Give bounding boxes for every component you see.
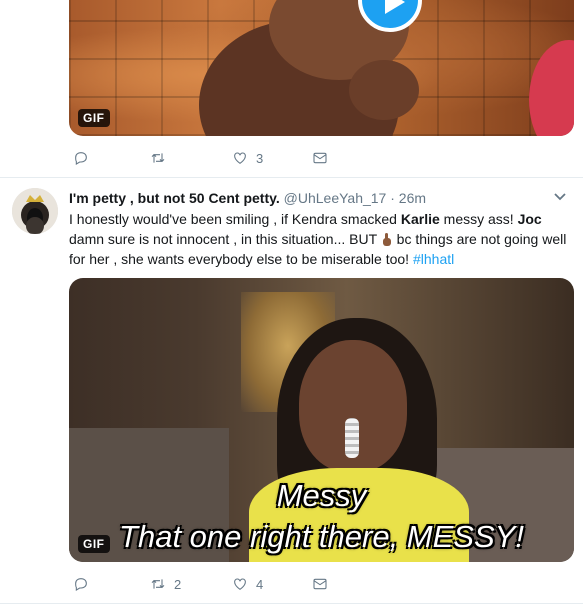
- retweet-button[interactable]: 2: [150, 576, 181, 592]
- envelope-icon: [313, 152, 327, 164]
- media-figure-earring: [345, 418, 359, 458]
- hashtag-link[interactable]: #lhhatl: [413, 251, 454, 267]
- play-icon: [385, 0, 405, 14]
- direct-message-button[interactable]: [312, 576, 328, 592]
- retweet-icon: [151, 579, 165, 589]
- envelope-icon: [313, 578, 327, 590]
- avatar[interactable]: [12, 188, 58, 234]
- tweet-header: I'm petty , but not 50 Cent petty. @UhLe…: [69, 190, 426, 206]
- gif-badge: GIF: [78, 535, 110, 553]
- like-button[interactable]: 4: [232, 576, 263, 592]
- media-figure-hand: [349, 60, 419, 120]
- tweet-divider: [0, 603, 583, 604]
- tweet-text-part: damn sure is not innocent , in this situ…: [69, 231, 381, 247]
- reply-icon: [75, 578, 87, 591]
- tweet-timestamp[interactable]: 26m: [399, 190, 426, 206]
- tweet-2-gif-media[interactable]: Messy That one right there, MESSY! GIF: [69, 278, 574, 562]
- chevron-down-icon[interactable]: [553, 190, 567, 204]
- author-display-name[interactable]: I'm petty , but not 50 Cent petty.: [69, 190, 280, 206]
- pointing-hand-emoji-icon: [382, 233, 391, 246]
- avatar-image: [12, 188, 58, 234]
- reply-icon: [75, 152, 87, 165]
- gif-caption-line-2: That one right there, MESSY!: [119, 519, 524, 554]
- tweet-text-part: I honestly would've been smiling , if Ke…: [69, 211, 401, 227]
- gif-badge: GIF: [78, 109, 110, 127]
- reply-button[interactable]: [73, 576, 89, 592]
- tweet-text: I honestly would've been smiling , if Ke…: [69, 209, 577, 269]
- retweet-icon: [151, 153, 165, 163]
- direct-message-button[interactable]: [312, 150, 328, 166]
- reply-button[interactable]: [73, 150, 89, 166]
- gif-caption-line-1: Messy: [276, 478, 367, 513]
- retweet-count: 2: [174, 576, 182, 592]
- heart-icon: [234, 578, 246, 590]
- retweet-button[interactable]: [150, 150, 166, 166]
- tweet-1-gif-media[interactable]: GIF: [69, 0, 574, 136]
- like-count: 3: [256, 150, 264, 166]
- like-button[interactable]: 3: [232, 150, 263, 166]
- meta-separator: ·: [390, 190, 395, 206]
- heart-icon: [234, 152, 246, 164]
- like-count: 4: [256, 576, 264, 592]
- tweet-divider: [0, 177, 583, 178]
- tweet-text-bold: Joc: [517, 211, 542, 227]
- tweet-text-bold: Karlie: [400, 211, 440, 227]
- tweet-text-part: messy ass!: [439, 211, 518, 227]
- author-handle[interactable]: @UhLeeYah_17: [284, 190, 387, 206]
